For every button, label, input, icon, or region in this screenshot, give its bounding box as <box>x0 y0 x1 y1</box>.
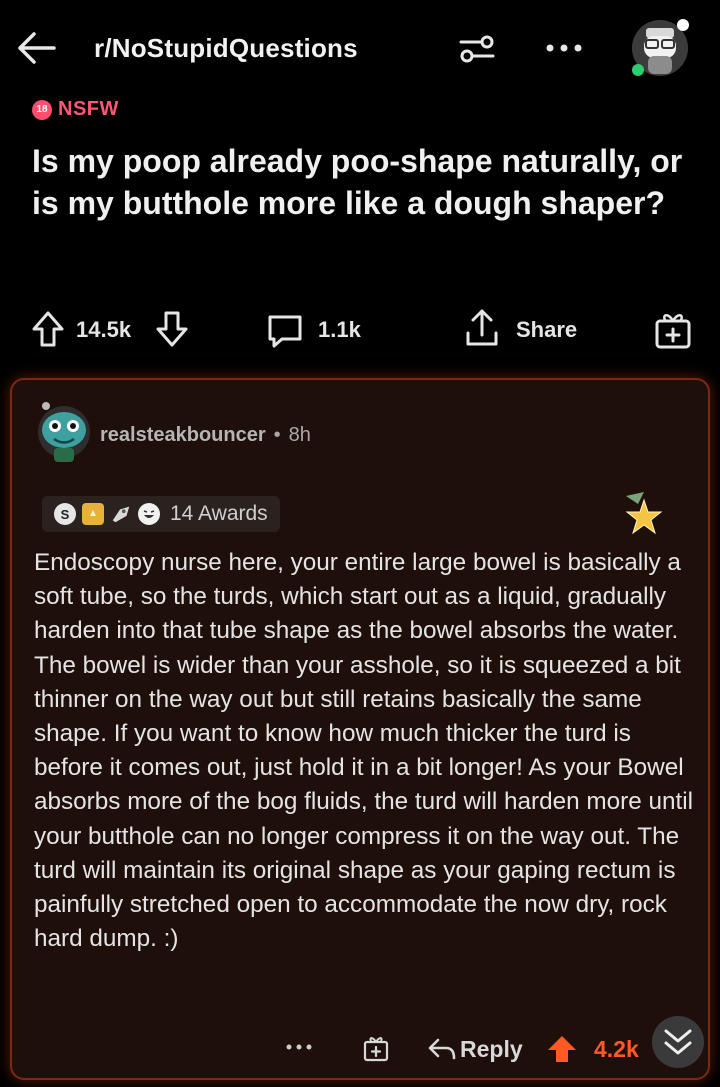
post-action-bar: 14.5k 1.1k Share <box>0 305 720 355</box>
comment-score: 4.2k <box>594 1036 639 1062</box>
reply-icon[interactable] <box>426 1036 458 1062</box>
meta-separator: • <box>273 424 281 446</box>
comment-count[interactable]: 1.1k <box>318 317 361 343</box>
downvote-icon[interactable] <box>154 309 190 349</box>
share-icon[interactable] <box>462 307 502 349</box>
top-bar: r/NoStupidQuestions <box>0 0 720 100</box>
comment-age: 8h <box>288 424 311 446</box>
comment-icon[interactable] <box>264 311 306 351</box>
award-icon[interactable] <box>652 309 694 351</box>
nsfw-18-icon: 18 <box>32 99 52 120</box>
more-options-icon[interactable] <box>542 30 586 66</box>
upvote-count: 14.5k <box>76 317 132 342</box>
gold-award-icon <box>82 503 104 525</box>
post-title[interactable]: Is my poop already poo-shape naturally, … <box>32 140 692 224</box>
comment-body: Endoscopy nurse here, your entire large … <box>34 549 694 953</box>
commenter-avatar[interactable] <box>34 398 94 464</box>
reply-label[interactable]: Reply <box>460 1036 523 1063</box>
collapse-chevron-icon[interactable] <box>652 1016 704 1068</box>
silver-award-icon: S <box>54 503 76 525</box>
subreddit-name[interactable]: r/NoStupidQuestions <box>94 33 358 64</box>
comment-upvote-icon[interactable] <box>546 1034 578 1064</box>
awards-pill[interactable]: S 14 Awards <box>42 496 280 532</box>
comment-username[interactable]: realsteakbouncer <box>100 424 266 447</box>
user-avatar[interactable] <box>624 12 694 82</box>
comment-more-icon[interactable] <box>284 1032 314 1069</box>
comment-award-icon[interactable] <box>362 1034 390 1062</box>
upvote-icon[interactable] <box>30 309 66 349</box>
comment-meta: realsteakbouncer • 8h <box>100 424 311 447</box>
share-label[interactable]: Share <box>516 317 577 343</box>
laughing-face-award-icon <box>138 503 160 525</box>
nsfw-tag: 18 NSFW <box>32 98 119 121</box>
nsfw-label: NSFW <box>58 98 119 120</box>
filter-icon[interactable] <box>455 27 499 71</box>
star-award-icon <box>616 490 666 538</box>
back-arrow-icon[interactable] <box>14 26 58 70</box>
awards-count: 14 Awards <box>170 502 268 525</box>
rocket-like-award-icon <box>110 503 132 525</box>
top-comment: realsteakbouncer • 8h S 14 Awards Endosc… <box>10 378 710 1080</box>
comment-action-bar: Reply 4.2k <box>12 1016 712 1070</box>
